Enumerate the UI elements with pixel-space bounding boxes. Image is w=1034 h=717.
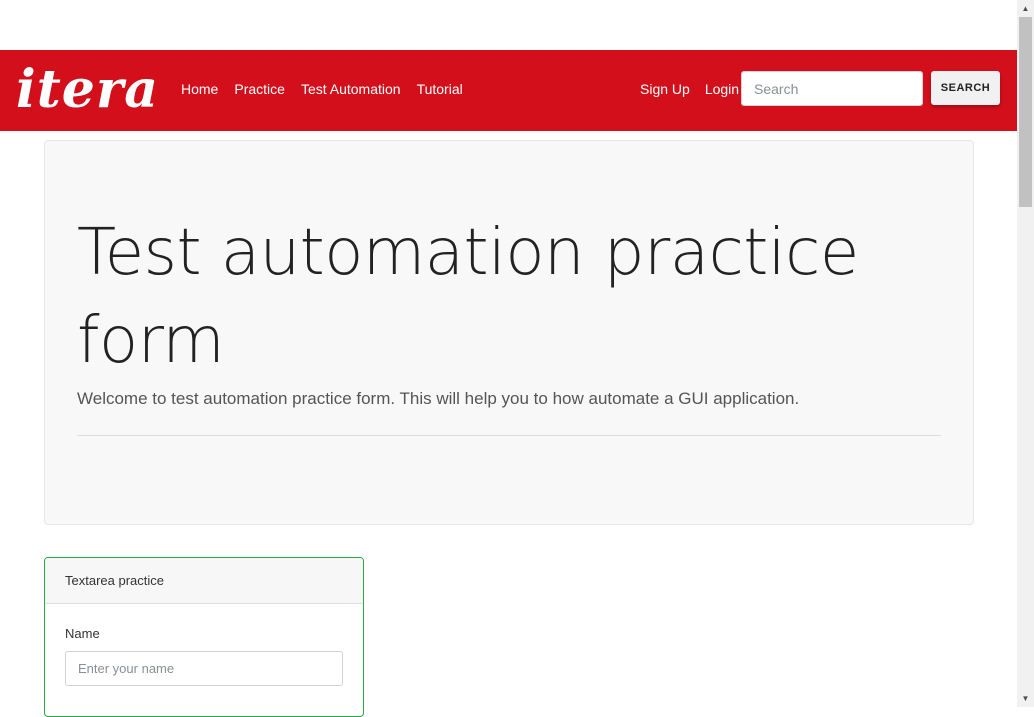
- nav-link-practice[interactable]: Practice: [234, 79, 285, 99]
- card-header: Textarea practice: [45, 558, 363, 604]
- textarea-practice-card: Textarea practice Name: [44, 557, 364, 717]
- jumbotron-divider: [77, 435, 941, 436]
- scroll-up-icon[interactable]: ▲: [1017, 0, 1034, 17]
- name-input[interactable]: [65, 651, 343, 686]
- search-input[interactable]: [741, 71, 923, 106]
- nav-link-sign-up[interactable]: Sign Up: [640, 79, 690, 99]
- nav-link-home[interactable]: Home: [181, 79, 218, 99]
- nav-links: Home Practice Test Automation Tutorial: [181, 79, 479, 99]
- scrollbar-thumb[interactable]: [1019, 17, 1032, 207]
- nav-link-login[interactable]: Login: [705, 79, 739, 99]
- vertical-scrollbar[interactable]: ▲ ▼: [1017, 0, 1034, 707]
- search-button[interactable]: SEARCH: [931, 71, 1000, 105]
- page-lead: Welcome to test automation practice form…: [77, 389, 800, 408]
- card-body: Name: [45, 604, 363, 686]
- page-title: Test automation practice form: [77, 216, 859, 378]
- scroll-down-icon[interactable]: ▼: [1017, 690, 1034, 707]
- itera-logo[interactable]: itera: [16, 62, 159, 118]
- jumbotron: Test automation practice form Welcome to…: [44, 140, 974, 525]
- nav-link-test-automation[interactable]: Test Automation: [301, 79, 401, 99]
- nav-auth-links: Sign Up Login: [640, 79, 754, 99]
- nav-link-tutorial[interactable]: Tutorial: [417, 79, 463, 99]
- top-blank-area: [0, 0, 1017, 50]
- name-label: Name: [65, 626, 100, 641]
